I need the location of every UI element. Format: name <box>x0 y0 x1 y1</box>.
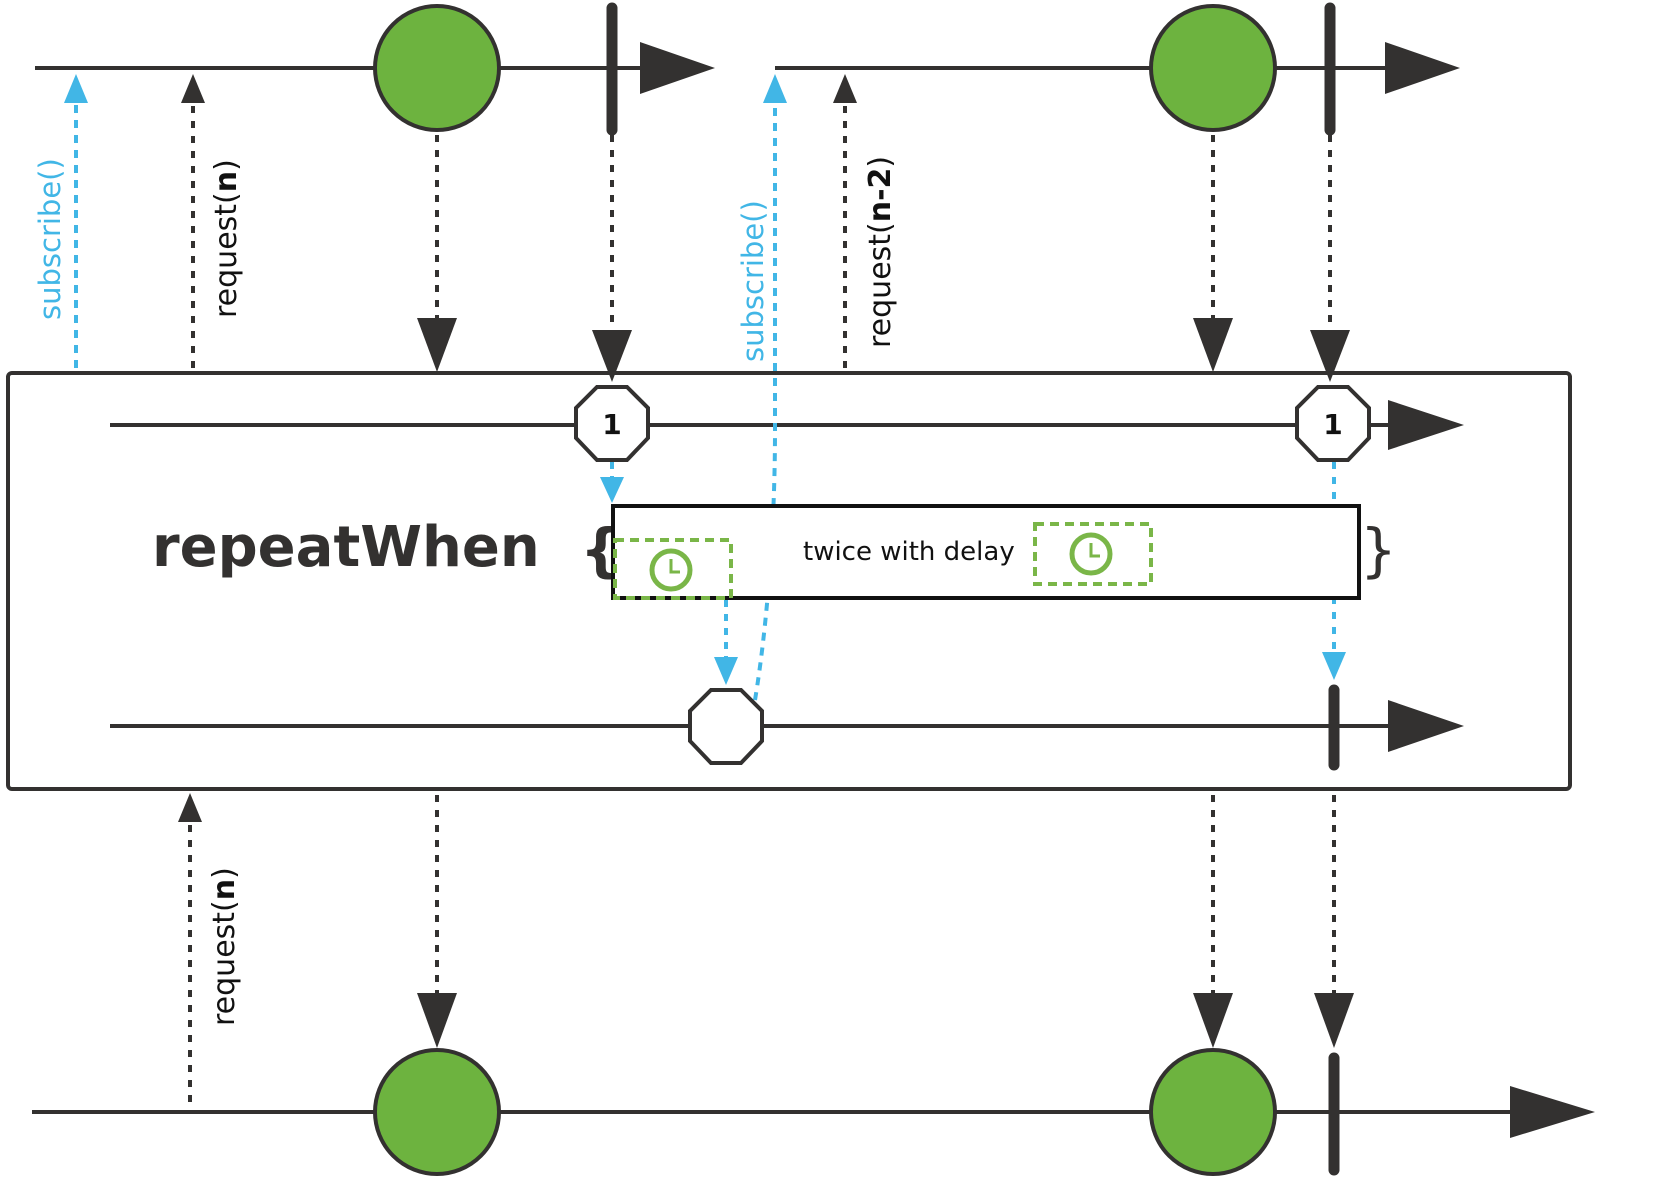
onnext-marble <box>1149 4 1277 132</box>
onnext-marble <box>373 1048 501 1176</box>
onnext-marble <box>1149 1048 1277 1176</box>
output-timeline <box>32 1048 1595 1176</box>
request-label-bottom: request(n) <box>207 867 242 1026</box>
signal-octagon-2: 1 <box>1295 385 1371 462</box>
signal-to-companion-arrow <box>600 462 624 503</box>
request-arrow-2 <box>833 74 857 368</box>
onnext-down-arrow-1 <box>417 135 457 372</box>
subscribe-arrow-1 <box>64 74 88 368</box>
svg-text:1: 1 <box>1323 408 1342 441</box>
delay-to-trigger-arrow <box>714 600 738 685</box>
subscribe-label-2: subscribe() <box>736 200 770 362</box>
marble-diagram: subscribe() request(n) subscribe() reque… <box>6 2 1595 1176</box>
request-label-1: request(n) <box>209 159 244 318</box>
trigger-octagon <box>688 688 764 765</box>
clock-icon <box>1069 532 1113 576</box>
output-down-arrow-3 <box>1314 795 1354 1048</box>
timeline-arrow-head <box>1385 42 1460 94</box>
complete-down-arrow-2 <box>1310 135 1350 382</box>
companion-text: twice with delay <box>803 537 1015 567</box>
timeline-arrow-head <box>1510 1086 1595 1138</box>
signal-octagon-1: 1 <box>574 385 650 462</box>
timeline-arrow-head <box>1388 700 1464 752</box>
trigger-timeline <box>110 700 1464 752</box>
operator-name: repeatWhen <box>152 515 540 580</box>
resubscribe-arrow <box>753 74 787 701</box>
timeline-arrow-head <box>1388 400 1464 450</box>
output-down-arrow-1 <box>417 795 457 1048</box>
request-arrow-bottom <box>178 793 202 1102</box>
subscribe-label-1: subscribe() <box>33 158 67 320</box>
signal-timeline <box>110 400 1464 450</box>
request-arrow-1 <box>181 74 205 368</box>
source-timeline-1 <box>35 2 715 136</box>
svg-text:1: 1 <box>602 408 621 441</box>
close-brace: } <box>1360 516 1397 584</box>
onnext-marble <box>373 4 501 132</box>
output-down-arrow-2 <box>1193 795 1233 1048</box>
onnext-down-arrow-2 <box>1193 135 1233 372</box>
timeline-arrow-head <box>640 42 715 94</box>
clock-icon <box>649 548 693 592</box>
request-label-2: request(n-2) <box>863 156 898 348</box>
source-timeline-2 <box>775 2 1460 136</box>
complete-down-arrow-1 <box>592 135 632 382</box>
